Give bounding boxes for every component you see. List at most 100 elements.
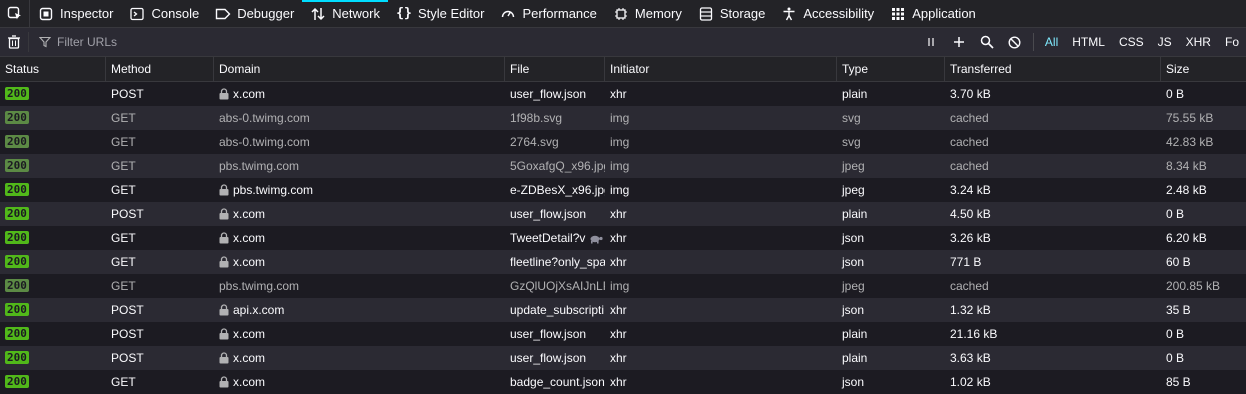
initiator-cell: img <box>610 111 630 125</box>
status-badge: 200 <box>5 327 29 340</box>
domain-cell: abs-0.twimg.com <box>214 130 505 154</box>
column-status[interactable]: Status <box>0 57 106 81</box>
filter-urls-box[interactable] <box>28 32 917 52</box>
transferred-cell: cached <box>950 135 989 149</box>
initiator-cell: xhr <box>610 303 627 317</box>
filter-html[interactable]: HTML <box>1065 28 1112 56</box>
initiator-cell: xhr <box>610 327 627 341</box>
tab-network[interactable]: Network <box>302 0 388 28</box>
domain-cell: x.com <box>214 250 505 274</box>
file-text: badge_count.json <box>510 375 605 389</box>
method-cell: GET <box>111 159 136 173</box>
block-button[interactable] <box>1001 28 1029 56</box>
filter-label: HTML <box>1072 35 1105 49</box>
status-cell: 200 <box>0 346 106 370</box>
request-row[interactable]: 200 POST api.x.com update_subscripti xhr json… <box>0 298 1246 322</box>
column-transferred[interactable]: Transferred <box>945 57 1161 81</box>
memory-icon <box>613 6 629 22</box>
transferred-cell: 771 B <box>950 255 982 269</box>
domain-text: pbs.twimg.com <box>233 183 314 197</box>
tab-performance[interactable]: Performance <box>492 0 604 28</box>
filter-js[interactable]: JS <box>1151 28 1179 56</box>
type-cell: jpeg <box>842 279 865 293</box>
request-row[interactable]: 200 GET x.com badge_count.json xhr json 1.02 k… <box>0 370 1246 394</box>
method-cell: POST <box>111 303 144 317</box>
status-badge: 200 <box>5 255 29 268</box>
tab-label: Inspector <box>60 6 114 21</box>
domain-text: abs-0.twimg.com <box>219 111 310 125</box>
pause-icon <box>928 38 934 46</box>
file-cell: fleetline?only_spa <box>505 250 605 274</box>
block-icon <box>1008 35 1021 49</box>
size-cell: 60 B <box>1166 255 1191 269</box>
tab-accessibility[interactable]: Accessibility <box>773 0 882 28</box>
request-row[interactable]: 200 GET abs-0.twimg.com 2764.svg img svg cache… <box>0 130 1246 154</box>
column-initiator[interactable]: Initiator <box>605 57 837 81</box>
status-badge: 200 <box>5 375 29 388</box>
status-badge: 200 <box>5 111 29 124</box>
request-row[interactable]: 200 GET pbs.twimg.com GzQlUOjXsAIJnLP img jpe… <box>0 274 1246 298</box>
request-row[interactable]: 200 GET pbs.twimg.com 5GoxafgQ_x96.jpg img jp… <box>0 154 1246 178</box>
domain-cell: abs-0.twimg.com <box>214 106 505 130</box>
file-cell: badge_count.json <box>505 370 605 394</box>
column-method[interactable]: Method <box>106 57 214 81</box>
request-row[interactable]: 200 GET x.com TweetDetail?v xhr json 3.26 kB 6.… <box>0 226 1246 250</box>
filter-xhr[interactable]: XHR <box>1179 28 1218 56</box>
add-request-button[interactable] <box>945 28 973 56</box>
file-cell: user_flow.json <box>505 322 605 346</box>
request-row[interactable]: 200 GET abs-0.twimg.com 1f98b.svg img svg cach… <box>0 106 1246 130</box>
accessibility-icon <box>781 6 797 22</box>
lock-icon <box>219 228 229 250</box>
filter-css[interactable]: CSS <box>1112 28 1151 56</box>
filter-all[interactable]: All <box>1038 28 1065 56</box>
tab-style-editor[interactable]: {} Style Editor <box>388 0 492 28</box>
column-file[interactable]: File <box>505 57 605 81</box>
clear-button[interactable] <box>0 28 28 56</box>
method-cell: GET <box>111 375 136 389</box>
request-row[interactable]: 200 POST x.com user_flow.json xhr plain 21.16 … <box>0 322 1246 346</box>
tab-storage[interactable]: Storage <box>690 0 774 28</box>
filter-fo[interactable]: Fo <box>1218 28 1246 56</box>
filter-icon <box>39 36 51 48</box>
status-cell: 200 <box>0 226 106 250</box>
method-cell: GET <box>111 279 136 293</box>
slow-request-icon <box>589 228 603 250</box>
domain-cell: x.com <box>214 346 505 370</box>
request-row[interactable]: 200 POST x.com user_flow.json xhr plain 3.63 k… <box>0 346 1246 370</box>
pause-button[interactable] <box>917 28 945 56</box>
debugger-icon <box>215 6 231 22</box>
initiator-cell: xhr <box>610 255 627 269</box>
size-cell: 0 B <box>1166 327 1185 341</box>
status-badge: 200 <box>5 183 29 196</box>
tab-inspector[interactable]: Inspector <box>30 0 121 28</box>
inspector-icon <box>38 6 54 22</box>
method-cell: GET <box>111 135 136 149</box>
file-text: fleetline?only_spa <box>510 255 605 269</box>
column-size[interactable]: Size <box>1161 57 1246 81</box>
style-editor-icon: {} <box>396 6 412 21</box>
request-row[interactable]: 200 POST x.com user_flow.json xhr plain 3.70 k… <box>0 82 1246 106</box>
domain-text: x.com <box>233 255 266 269</box>
file-text: TweetDetail?v <box>510 231 586 245</box>
initiator-cell: img <box>610 183 630 197</box>
network-icon <box>310 6 326 22</box>
tab-application[interactable]: Application <box>882 0 984 28</box>
domain-cell: api.x.com <box>214 298 505 322</box>
element-picker-button[interactable] <box>0 0 30 28</box>
request-row[interactable]: 200 GET x.com fleetline?only_spa xhr json 771 … <box>0 250 1246 274</box>
tab-debugger[interactable]: Debugger <box>207 0 302 28</box>
initiator-cell: img <box>610 159 630 173</box>
search-button[interactable] <box>973 28 1001 56</box>
file-cell: update_subscripti <box>505 298 605 322</box>
file-text: user_flow.json <box>510 207 587 221</box>
filter-urls-input[interactable] <box>55 34 459 50</box>
tab-label: Accessibility <box>803 6 875 21</box>
tab-memory[interactable]: Memory <box>605 0 690 28</box>
column-domain[interactable]: Domain <box>214 57 505 81</box>
performance-icon <box>500 6 516 22</box>
request-row[interactable]: 200 POST x.com user_flow.json xhr plain 4.50 k… <box>0 202 1246 226</box>
plus-icon <box>953 37 964 47</box>
column-type[interactable]: Type <box>837 57 945 81</box>
tab-console[interactable]: Console <box>121 0 207 28</box>
request-row[interactable]: 200 GET pbs.twimg.com e-ZDBesX_x96.jpg img jp… <box>0 178 1246 202</box>
